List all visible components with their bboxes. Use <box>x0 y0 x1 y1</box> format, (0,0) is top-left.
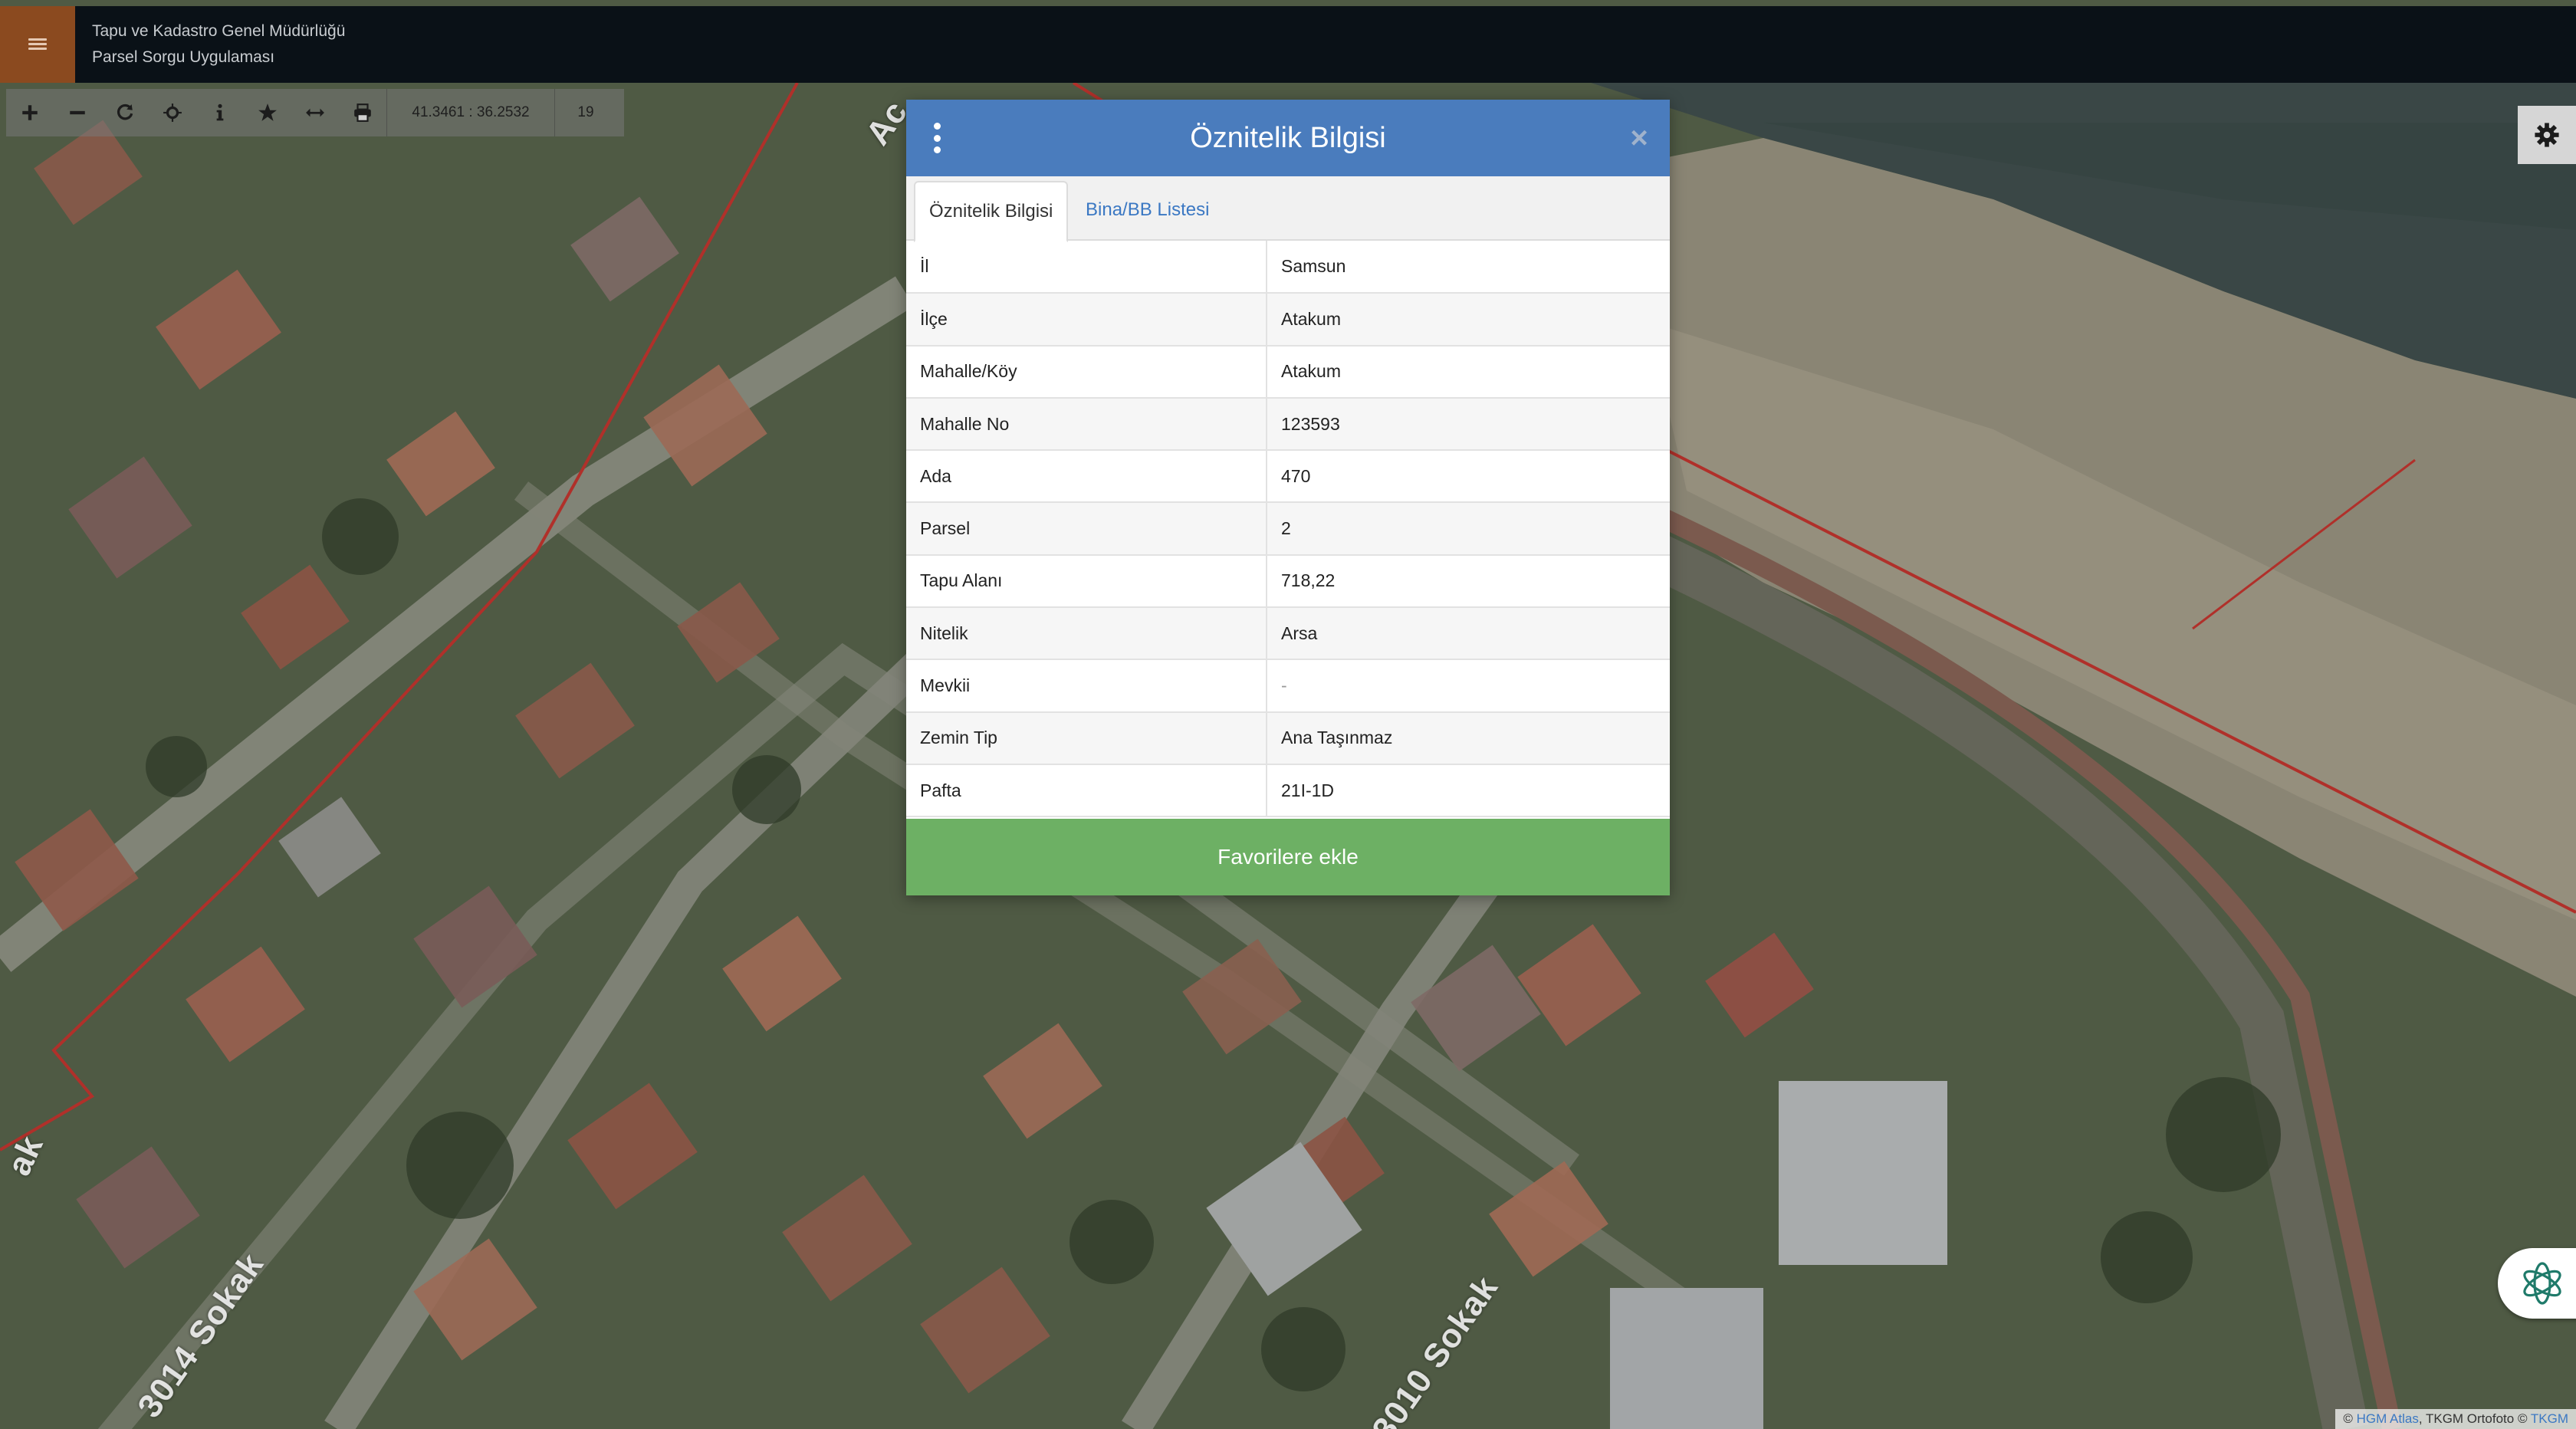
attribute-value: 718,22 <box>1267 554 1670 609</box>
attribute-key: Ada <box>906 450 1267 504</box>
app-root: 3014 Sokak 3010 Sokak Ac ak Tapu ve Kada… <box>0 0 2576 1429</box>
attribute-row: Tapu Alanı 718,22 <box>906 554 1670 609</box>
modal-header: Öznitelik Bilgisi × <box>906 100 1670 176</box>
star-icon <box>258 103 277 121</box>
attribute-value: 21I-1D <box>1267 764 1670 818</box>
settings-button[interactable] <box>2518 106 2576 164</box>
gear-icon <box>2535 123 2559 147</box>
zoom-out-button[interactable] <box>54 89 101 136</box>
refresh-button[interactable] <box>101 89 149 136</box>
attribute-info-modal: Öznitelik Bilgisi × Öznitelik Bilgisi Bi… <box>906 100 1670 895</box>
attribute-key: Zemin Tip <box>906 711 1267 765</box>
attribute-value: Samsun <box>1267 241 1670 294</box>
info-button[interactable] <box>196 89 244 136</box>
attribute-row: Mahalle/Köy Atakum <box>906 345 1670 399</box>
attribute-value: 2 <box>1267 502 1670 556</box>
attribute-table: İl Samsun İlçe Atakum Mahalle/Köy Atakum Mahal… <box>906 241 1670 818</box>
tab-building-list[interactable]: Bina/BB Listesi <box>1072 181 1223 241</box>
attribute-value: 123593 <box>1267 397 1670 452</box>
print-icon <box>354 103 371 122</box>
zoom-level-readout: 19 <box>577 104 594 120</box>
app-name: Parsel Sorgu Uygulaması <box>92 48 275 66</box>
attribute-key: Parsel <box>906 502 1267 556</box>
attribute-row: Pafta 21I-1D <box>906 764 1670 818</box>
app-header: Tapu ve Kadastro Genel Müdürlüğü Parsel … <box>0 6 2576 83</box>
attribute-value: Ana Taşınmaz <box>1267 711 1670 765</box>
attribution-middle: , TKGM Ortofoto © <box>2418 1411 2528 1426</box>
hgm-atlas-link[interactable]: HGM Atlas <box>2357 1411 2419 1426</box>
print-button[interactable] <box>339 89 386 136</box>
favorites-button[interactable] <box>244 89 291 136</box>
attribute-value: - <box>1267 659 1670 713</box>
attribute-key: Mahalle/Köy <box>906 345 1267 399</box>
coordinate-readout: 41.3461 : 36.2532 <box>386 89 555 136</box>
attribute-value: 470 <box>1267 450 1670 504</box>
app-title: Tapu ve Kadastro Genel Müdürlüğü Parsel … <box>92 18 345 71</box>
attribution-prefix: © <box>2343 1411 2353 1426</box>
attribute-row: Parsel 2 <box>906 502 1670 556</box>
attribute-row: İlçe Atakum <box>906 293 1670 347</box>
zoom-in-button[interactable] <box>6 89 54 136</box>
assistant-button[interactable] <box>2498 1248 2576 1319</box>
tkgm-link[interactable]: TKGM <box>2531 1411 2568 1426</box>
modal-tabs: Öznitelik Bilgisi Bina/BB Listesi <box>906 176 1670 242</box>
locate-button[interactable] <box>149 89 196 136</box>
modal-title: Öznitelik Bilgisi <box>1190 122 1386 154</box>
measure-icon <box>306 108 324 117</box>
add-to-favorites-button[interactable]: Favorilere ekle <box>906 819 1670 895</box>
attribute-key: Tapu Alanı <box>906 554 1267 609</box>
hamburger-icon <box>28 38 47 51</box>
attribute-key: Mahalle No <box>906 397 1267 452</box>
attribute-row: Zemin Tip Ana Taşınmaz <box>906 711 1670 765</box>
attribute-value: Arsa <box>1267 607 1670 661</box>
menu-button[interactable] <box>0 6 75 83</box>
crosshair-icon <box>163 103 182 122</box>
tab-attribute-info[interactable]: Öznitelik Bilgisi <box>914 181 1069 242</box>
plus-icon <box>22 105 38 120</box>
assistant-logo-icon <box>2523 1262 2561 1305</box>
close-icon[interactable]: × <box>1627 123 1651 153</box>
map-toolbar: 41.3461 : 36.2532 19 <box>6 89 624 136</box>
attribute-row: Mevkii - <box>906 659 1670 713</box>
attribute-key: Pafta <box>906 764 1267 818</box>
attribute-row: Nitelik Arsa <box>906 607 1670 661</box>
measure-button[interactable] <box>291 89 339 136</box>
attribute-value: Atakum <box>1267 345 1670 399</box>
refresh-icon <box>117 103 133 120</box>
info-icon <box>216 103 224 121</box>
map-attribution: © HGM Atlas, TKGM Ortofoto © TKGM <box>2335 1409 2576 1429</box>
attribute-value: Atakum <box>1267 293 1670 347</box>
kebab-menu-icon[interactable] <box>929 123 945 153</box>
attribute-key: Nitelik <box>906 607 1267 661</box>
attribute-key: İlçe <box>906 293 1267 347</box>
org-name: Tapu ve Kadastro Genel Müdürlüğü <box>92 22 346 40</box>
attribute-row: Mahalle No 123593 <box>906 397 1670 452</box>
attribute-row: Ada 470 <box>906 450 1670 504</box>
attribute-row: İl Samsun <box>906 241 1670 294</box>
attribute-key: Mevkii <box>906 659 1267 713</box>
attribute-key: İl <box>906 241 1267 294</box>
minus-icon <box>70 110 85 115</box>
